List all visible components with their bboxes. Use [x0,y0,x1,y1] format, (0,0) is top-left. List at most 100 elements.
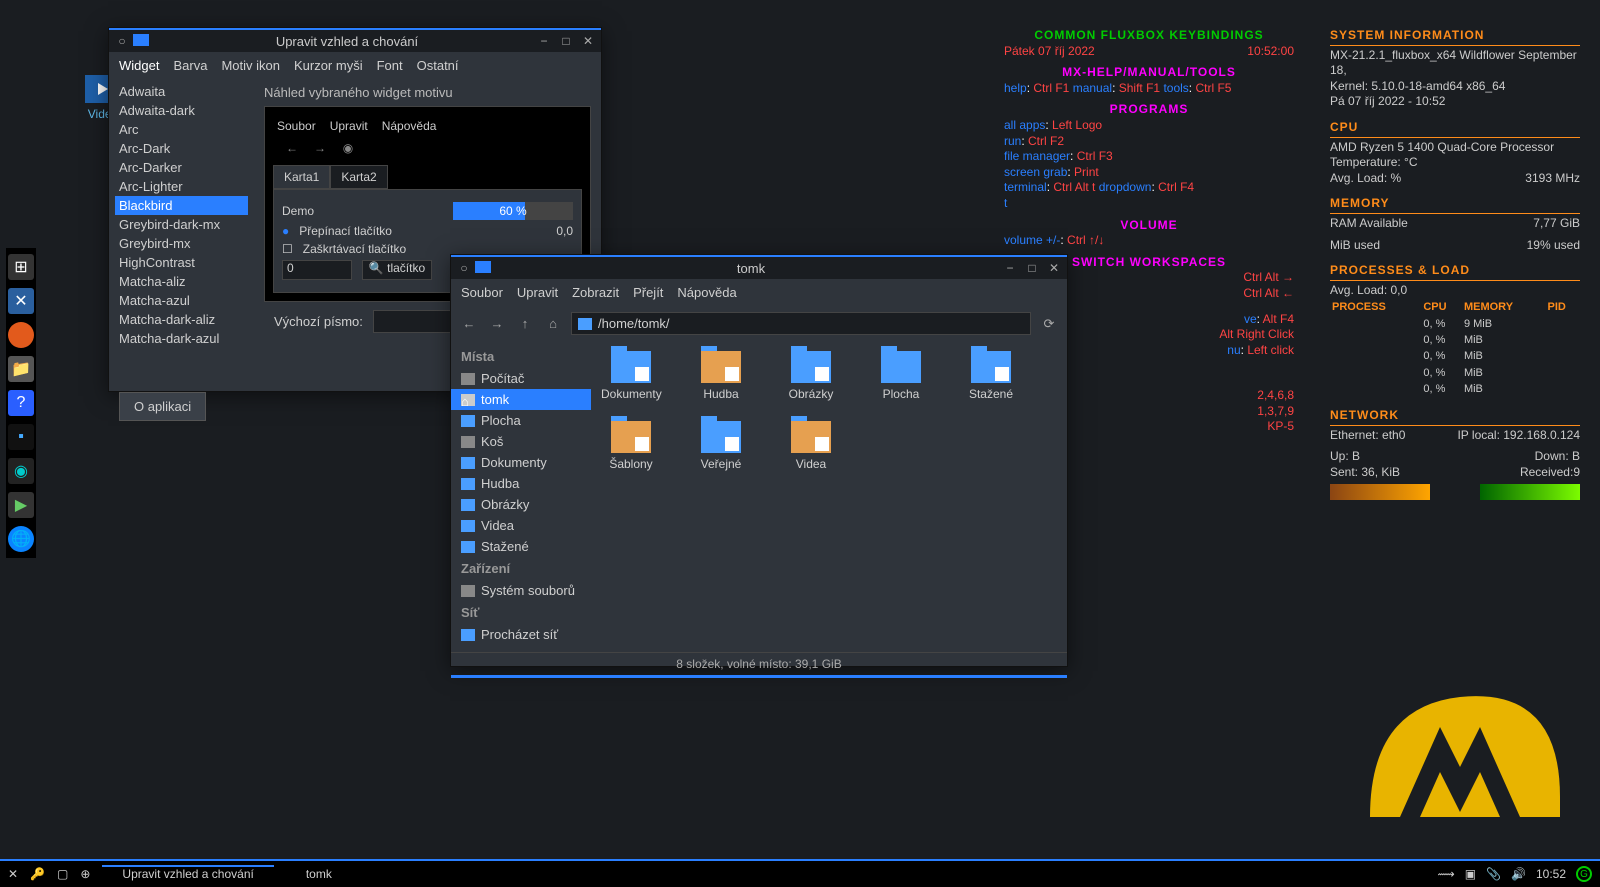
about-button[interactable]: O aplikaci [119,392,206,421]
dock-item-files[interactable]: 📁 [8,356,34,382]
forward-icon[interactable]: → [311,141,329,155]
taskbar-key-icon[interactable]: 🔑 [30,867,45,881]
sidebar-item-documents[interactable]: Dokumenty [451,452,591,473]
taskbar-clock[interactable]: 10:52 [1536,867,1566,881]
taskbar-indicator-icon[interactable]: G [1576,866,1592,882]
preview-tab2[interactable]: Karta2 [330,165,387,189]
folder-icon [578,318,592,330]
theme-item[interactable]: Adwaita-dark [115,101,248,120]
theme-item[interactable]: HighContrast [115,253,248,272]
theme-item[interactable]: Arc-Dark [115,139,248,158]
theme-item[interactable]: Matcha-aliz [115,272,248,291]
dock-item-terminal[interactable]: ▪ [8,424,34,450]
network-header: Síť [451,601,591,624]
folder-documents[interactable]: Dokumenty [601,351,661,401]
maximize-button[interactable]: □ [559,34,573,48]
theme-item[interactable]: Arc-Darker [115,158,248,177]
preview-menu-help[interactable]: Nápověda [382,119,437,133]
devices-header: Zařízení [451,557,591,580]
fm-path-input[interactable]: /home/tomk/ [571,312,1031,335]
theme-item[interactable]: Matcha-dark-azul [115,329,248,348]
sidebar-item-trash[interactable]: Koš [451,431,591,452]
spin-input[interactable]: 0 [282,260,352,280]
sidebar-item-home[interactable]: ⌂tomk [451,389,591,410]
dock-item-cam[interactable]: ◉ [8,458,34,484]
fm-menu-view[interactable]: Zobrazit [572,285,619,300]
coord-label: 0,0 [556,224,573,238]
fm-back-icon[interactable]: ← [459,316,479,331]
theme-item[interactable]: Greybird-dark-mx [115,215,248,234]
fm-menu-go[interactable]: Přejít [633,285,663,300]
minimize-button[interactable]: − [537,34,551,48]
fm-home-icon[interactable]: ⌂ [543,316,563,331]
radio-label[interactable]: Přepínací tlačítko [299,224,392,238]
theme-list[interactable]: Adwaita Adwaita-dark Arc Arc-Dark Arc-Da… [109,79,254,384]
tab-font[interactable]: Font [377,58,403,73]
appearance-tabs: Widget Barva Motiv ikon Kurzor myši Font… [109,52,601,79]
dock-item-firefox[interactable] [8,322,34,348]
taskbar-menu-icon[interactable]: ✕ [8,867,18,881]
tab-color[interactable]: Barva [173,58,207,73]
preview-button[interactable]: 🔍 tlačítko [362,260,432,280]
preview-menu-file[interactable]: Soubor [277,119,316,133]
fm-menu-file[interactable]: Soubor [461,285,503,300]
titlebar-app-icon [133,34,149,46]
taskbar-volume-icon[interactable]: 🔊 [1511,867,1526,881]
theme-item[interactable]: Matcha-dark-aliz [115,310,248,329]
dock-item-1[interactable]: ⊞ [8,254,34,280]
sidebar-item-music[interactable]: Hudba [451,473,591,494]
default-font-label: Výchozí písmo: [274,314,363,329]
dock-item-media[interactable]: ▶ [8,492,34,518]
fm-menu-edit[interactable]: Upravit [517,285,558,300]
sidebar-item-downloads[interactable]: Stažené [451,536,591,557]
sidebar-item-pictures[interactable]: Obrázky [451,494,591,515]
folder-templates[interactable]: Šablony [601,421,661,471]
dock-item-tools[interactable]: ✕ [8,288,34,314]
sidebar-item-desktop[interactable]: Plocha [451,410,591,431]
close-button[interactable]: ✕ [581,34,595,48]
sidebar-item-computer[interactable]: Počítač [451,368,591,389]
dock-item-help[interactable]: ? [8,390,34,416]
theme-item[interactable]: Greybird-mx [115,234,248,253]
theme-item[interactable]: Matcha-azul [115,291,248,310]
theme-item[interactable]: Adwaita [115,82,248,101]
dock-item-globe[interactable]: 🌐 [8,526,34,552]
tab-other[interactable]: Ostatní [417,58,459,73]
taskbar-task-fm[interactable]: tomk [286,867,352,881]
titlebar-dot-icon[interactable]: ○ [115,34,129,48]
taskbar-clip-icon[interactable]: 📎 [1486,867,1501,881]
places-header: Místa [451,345,591,368]
fm-forward-icon[interactable]: → [487,316,507,331]
fm-statusbar: 8 složek, volné místo: 39,1 GiB [451,652,1067,675]
folder-music[interactable]: Hudba [691,351,751,401]
fm-up-icon[interactable]: ↑ [515,316,535,331]
taskbar-task-appearance[interactable]: Upravit vzhled a chování [102,865,273,881]
folder-desktop[interactable]: Plocha [871,351,931,401]
tab-widget[interactable]: Widget [119,58,159,73]
taskbar-activity-icon[interactable]: ⟿ [1438,867,1455,881]
tab-icons[interactable]: Motiv ikon [221,58,280,73]
folder-videos[interactable]: Videa [781,421,841,471]
fm-main-view[interactable]: Dokumenty Hudba Obrázky Plocha Stažené Š… [591,341,1067,652]
preview-tab1[interactable]: Karta1 [273,165,330,189]
tab-cursor[interactable]: Kurzor myši [294,58,363,73]
folder-public[interactable]: Veřejné [691,421,751,471]
refresh-icon[interactable]: ◉ [339,141,357,155]
taskbar-display-icon[interactable]: ▣ [1465,867,1476,881]
theme-item[interactable]: Arc [115,120,248,139]
appearance-titlebar[interactable]: ○ Upravit vzhled a chování − □ ✕ [109,28,601,52]
taskbar-workspace-icon[interactable]: ▢ [57,867,68,881]
preview-menu-edit[interactable]: Upravit [330,119,368,133]
fm-titlebar[interactable]: ○ tomk − □ ✕ [451,255,1067,279]
fm-menu-help[interactable]: Nápověda [677,285,736,300]
theme-item-selected[interactable]: Blackbird [115,196,248,215]
sidebar-item-filesystem[interactable]: Systém souborů [451,580,591,601]
checkbox-label[interactable]: Zaškrtávací tlačítko [303,242,406,256]
titlebar-dot-icon[interactable]: ○ [457,261,471,275]
sidebar-item-browse-net[interactable]: Procházet síť [451,624,591,645]
back-icon[interactable]: ← [283,141,301,155]
folder-pictures[interactable]: Obrázky [781,351,841,401]
taskbar-globe-icon[interactable]: ⊕ [80,867,90,881]
theme-item[interactable]: Arc-Lighter [115,177,248,196]
sidebar-item-videos[interactable]: Videa [451,515,591,536]
